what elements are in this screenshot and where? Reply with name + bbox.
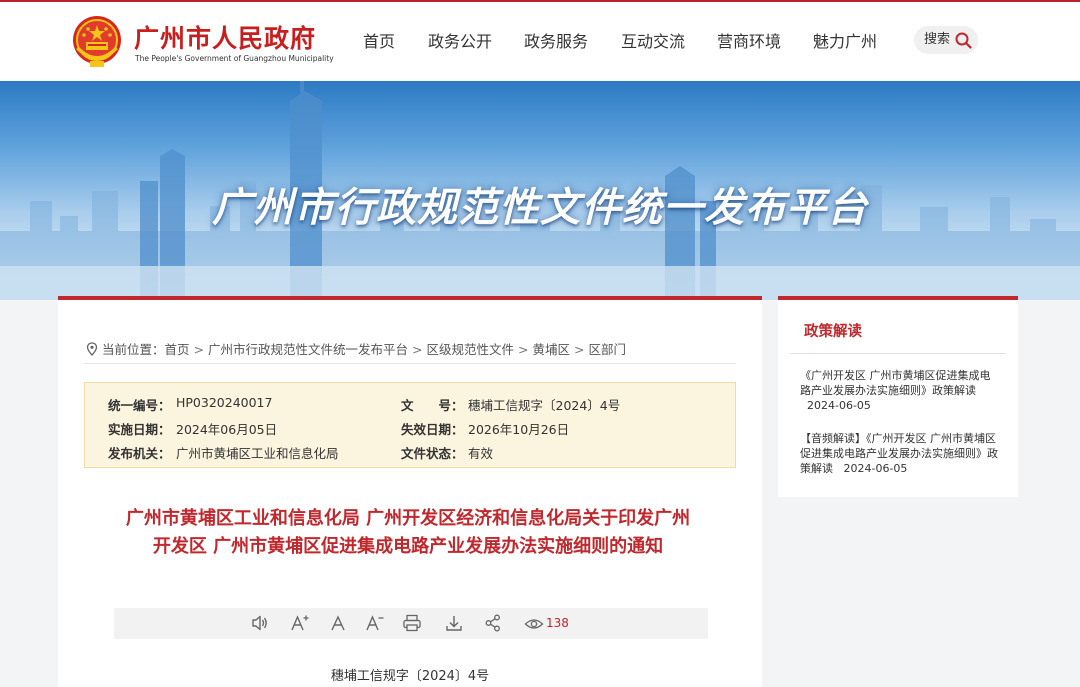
speaker-icon [252, 615, 267, 631]
divider [84, 363, 736, 364]
document-metadata-panel: 统一编号： HP0320240017 文 号： 穗埔工信规字〔2024〕4号 实… [84, 382, 736, 468]
issuer-label: 发布机关： [108, 446, 171, 461]
print-button[interactable] [402, 613, 422, 635]
panel-title: 政策解读 [804, 324, 862, 340]
nav-home[interactable]: 首页 [363, 28, 395, 52]
issuer-value: 广州市黄埔区工业和信息化局 [176, 446, 339, 461]
share-icon [485, 614, 500, 632]
serial-value: HP0320240017 [176, 395, 273, 410]
expire-date-value: 2026年10月26日 [468, 422, 570, 437]
document-title: 广州市黄埔区工业和信息化局 广州开发区经济和信息化局关于印发广州开发区 广州市黄… [125, 508, 691, 557]
breadcrumb-separator: > [412, 342, 423, 357]
eye-icon [524, 619, 544, 629]
view-count: 138 [524, 614, 569, 634]
font-decrease-icon [366, 615, 384, 631]
font-increase-button[interactable] [290, 613, 310, 635]
font-decrease-button[interactable] [365, 613, 385, 635]
breadcrumb-item-home[interactable]: 首页 [165, 342, 190, 357]
site-name-english: The People's Government of Guangzhou Mun… [135, 54, 334, 63]
effective-date-label: 实施日期： [108, 422, 171, 437]
location-icon [86, 342, 98, 356]
status-value: 有效 [468, 446, 494, 461]
document-toolbar: 138 [114, 608, 708, 639]
search-icon [955, 32, 972, 49]
interpretation-link[interactable]: 【音频解读】《广州开发区 广州市黄埔区促进集成电路产业发展办法实施细则》政策解读… [800, 431, 1000, 476]
docno-label: 文 号： [401, 398, 464, 413]
breadcrumb-label: 当前位置： [102, 342, 165, 357]
expire-date-label: 失效日期： [401, 422, 464, 437]
font-reset-icon [331, 615, 345, 631]
document-number: 穗埔工信规字〔2024〕4号 [330, 669, 490, 684]
breadcrumb-separator: > [193, 342, 205, 357]
read-aloud-button[interactable] [251, 613, 269, 635]
interpretation-date: 2024-06-05 [807, 399, 871, 412]
divider [790, 353, 1006, 354]
interpretation-link[interactable]: 《广州开发区 广州市黄埔区促进集成电路产业发展办法实施细则》政策解读 2024-… [800, 368, 1000, 413]
search-button[interactable]: 搜索 [914, 26, 978, 54]
national-emblem-icon [73, 16, 121, 67]
breadcrumb-item-departments[interactable]: 区部门 [589, 342, 627, 357]
nav-gov-affairs-open[interactable]: 政务公开 [428, 28, 492, 52]
site-header: 广州市人民政府 The People's Government of Guang… [0, 0, 1080, 81]
font-increase-icon [291, 615, 309, 631]
breadcrumb-separator: > [518, 342, 529, 357]
banner-title: 广州市行政规范性文件统一发布平台 [212, 185, 868, 231]
policy-interpretation-panel: 政策解读 《广州开发区 广州市黄埔区促进集成电路产业发展办法实施细则》政策解读 … [778, 296, 1018, 497]
printer-icon [403, 614, 421, 632]
share-button[interactable] [484, 613, 502, 635]
breadcrumb-item-huangpu[interactable]: 黄埔区 [533, 342, 571, 357]
banner: 广州市行政规范性文件统一发布平台 [0, 81, 1080, 300]
font-reset-button[interactable] [329, 613, 347, 635]
interpretation-date: 2024-06-05 [843, 462, 908, 475]
breadcrumb-item-platform[interactable]: 广州市行政规范性文件统一发布平台 [208, 342, 408, 357]
interpretation-text: 《广州开发区 广州市黄埔区促进集成电路产业发展办法实施细则》政策解读 [800, 369, 991, 397]
site-name[interactable]: 广州市人民政府 [134, 19, 316, 55]
search-label: 搜索 [924, 32, 951, 47]
main-content-card: 当前位置：首页 > 广州市行政规范性文件统一发布平台 > 区级规范性文件 > 黄埔区 > 区部门… [58, 296, 762, 687]
view-count-value: 138 [546, 616, 569, 630]
effective-date-value: 2024年06月05日 [176, 422, 278, 437]
status-label: 文件状态： [401, 446, 464, 461]
breadcrumb: 当前位置：首页 > 广州市行政规范性文件统一发布平台 > 区级规范性文件 > 黄埔区 > 区部门 [86, 339, 626, 358]
download-button[interactable] [444, 613, 464, 635]
nav-gov-services[interactable]: 政务服务 [524, 28, 588, 52]
serial-label: 统一编号： [108, 398, 171, 413]
breadcrumb-separator: > [574, 342, 585, 357]
download-icon [446, 616, 462, 631]
nav-charm-guangzhou[interactable]: 魅力广州 [813, 28, 877, 52]
nav-interaction[interactable]: 互动交流 [621, 28, 685, 52]
docno-value: 穗埔工信规字〔2024〕4号 [468, 398, 621, 413]
breadcrumb-item-district-docs[interactable]: 区级规范性文件 [427, 342, 515, 357]
nav-business-env[interactable]: 营商环境 [717, 28, 781, 52]
